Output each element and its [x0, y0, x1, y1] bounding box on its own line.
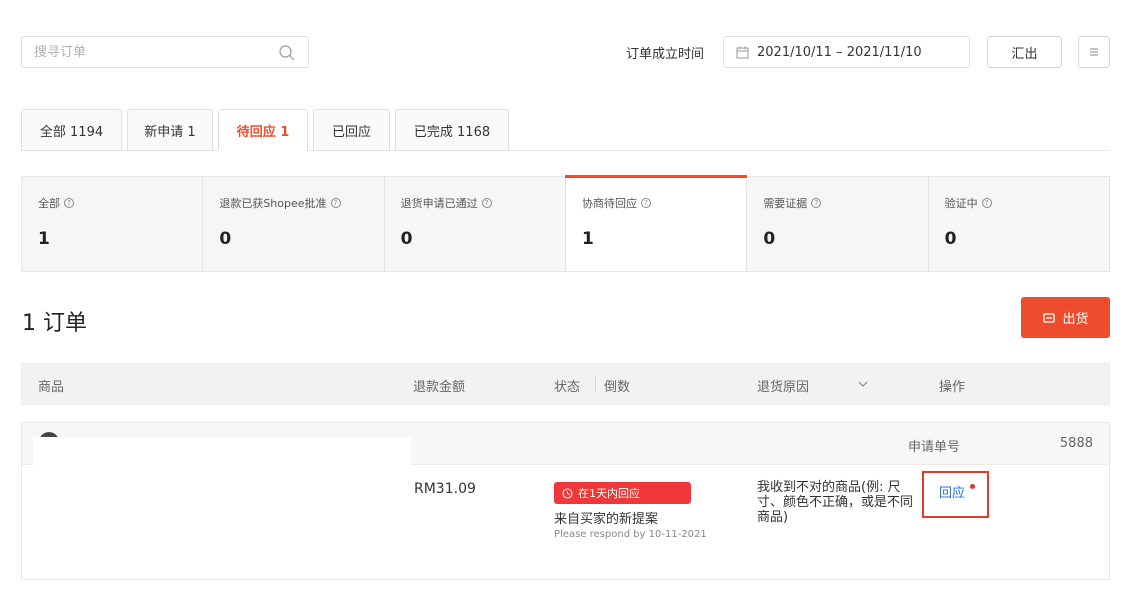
card-evidence-required[interactable]: 需要证据? 0	[747, 177, 929, 271]
tab-pending-response[interactable]: 待回应 1	[218, 109, 308, 151]
column-separator	[595, 376, 596, 392]
card-label: 退款已获Shopee批准	[219, 197, 327, 210]
search-box[interactable]	[21, 36, 309, 68]
sub-status-cards: 全部? 1 退款已获Shopee批准? 0 退货申请已通过? 0 协商待回应? …	[21, 175, 1110, 272]
card-count: 1	[581, 229, 594, 249]
ship-button[interactable]: 出货	[1021, 297, 1110, 338]
card-label: 验证中	[944, 197, 978, 210]
clock-icon	[562, 488, 573, 498]
date-range-picker[interactable]: 2021/10/11 – 2021/11/10	[723, 36, 970, 68]
help-icon: ?	[330, 198, 341, 208]
help-icon: ?	[640, 198, 651, 208]
column-header-status: 状态	[554, 380, 581, 395]
help-icon: ?	[981, 198, 992, 208]
help-icon: ?	[811, 198, 822, 208]
calendar-icon	[736, 46, 749, 58]
tab-all[interactable]: 全部 1194	[21, 109, 122, 151]
column-header-countdown[interactable]: 倒数	[604, 376, 630, 395]
card-count: 0	[944, 229, 957, 249]
table-header: 商品 退款金额 状态 倒数 退货原因 操作	[21, 363, 1110, 405]
card-label: 全部	[38, 197, 60, 210]
card-label: 退货申请已通过	[400, 197, 478, 210]
respond-link[interactable]: 回应	[939, 482, 965, 501]
refund-amount: RM31.09	[414, 481, 476, 497]
card-verifying[interactable]: 验证中? 0	[929, 177, 1109, 271]
orders-count: 1 订单	[22, 311, 87, 336]
export-button[interactable]: 汇出	[987, 36, 1062, 68]
card-return-approved[interactable]: 退货申请已通过? 0	[385, 177, 566, 271]
tab-new-request[interactable]: 新申请 1	[127, 109, 213, 151]
card-label: 需要证据	[763, 197, 808, 210]
search-input[interactable]	[22, 37, 252, 67]
card-all[interactable]: 全部? 1	[22, 177, 204, 271]
status-text: 来自买家的新提案	[554, 512, 659, 527]
card-count: 0	[219, 229, 232, 249]
column-header-product: 商品	[38, 380, 65, 395]
redacted-product	[22, 465, 410, 579]
card-count: 0	[400, 229, 413, 249]
apply-number-label: 申请单号	[908, 440, 961, 455]
card-count: 1	[38, 229, 50, 249]
ship-button-label: 出货	[1062, 312, 1089, 327]
response-deadline-badge: 在1天内回应	[554, 482, 691, 504]
menu-icon	[1090, 48, 1098, 56]
respond-deadline: Please respond by 10-11-2021	[554, 529, 707, 540]
column-header-return-reason: 退货原因	[757, 380, 810, 395]
search-icon[interactable]	[278, 44, 296, 62]
date-range-value: 2021/10/11 – 2021/11/10	[757, 44, 922, 60]
card-label: 协商待回应	[581, 197, 637, 210]
chevron-down-icon[interactable]	[858, 380, 868, 388]
badge-text: 在1天内回应	[578, 487, 640, 500]
column-header-action: 操作	[939, 380, 966, 395]
date-filter-label: 订单成立时间	[626, 47, 705, 62]
column-header-refund-amount: 退款金额	[413, 380, 466, 395]
help-icon: ?	[481, 198, 492, 208]
tab-responded[interactable]: 已回应	[313, 109, 390, 151]
notification-dot	[970, 484, 975, 489]
card-negotiation-pending[interactable]: 协商待回应? 1	[564, 175, 748, 271]
card-count: 0	[763, 229, 776, 249]
apply-number: 5888	[1059, 436, 1093, 451]
help-icon: ?	[64, 198, 74, 208]
printer-icon	[1043, 312, 1056, 323]
card-refund-approved[interactable]: 退款已获Shopee批准? 0	[203, 177, 385, 271]
return-reason: 我收到不对的商品(例: 尺寸、颜色不正确，或是不同商品)	[757, 480, 914, 525]
tab-completed[interactable]: 已完成 1168	[395, 109, 509, 151]
more-menu-button[interactable]	[1078, 36, 1110, 68]
order-row: 申请单号 5888 RM31.09 在1天内回应 来自买家的新提案 Please…	[21, 422, 1110, 580]
